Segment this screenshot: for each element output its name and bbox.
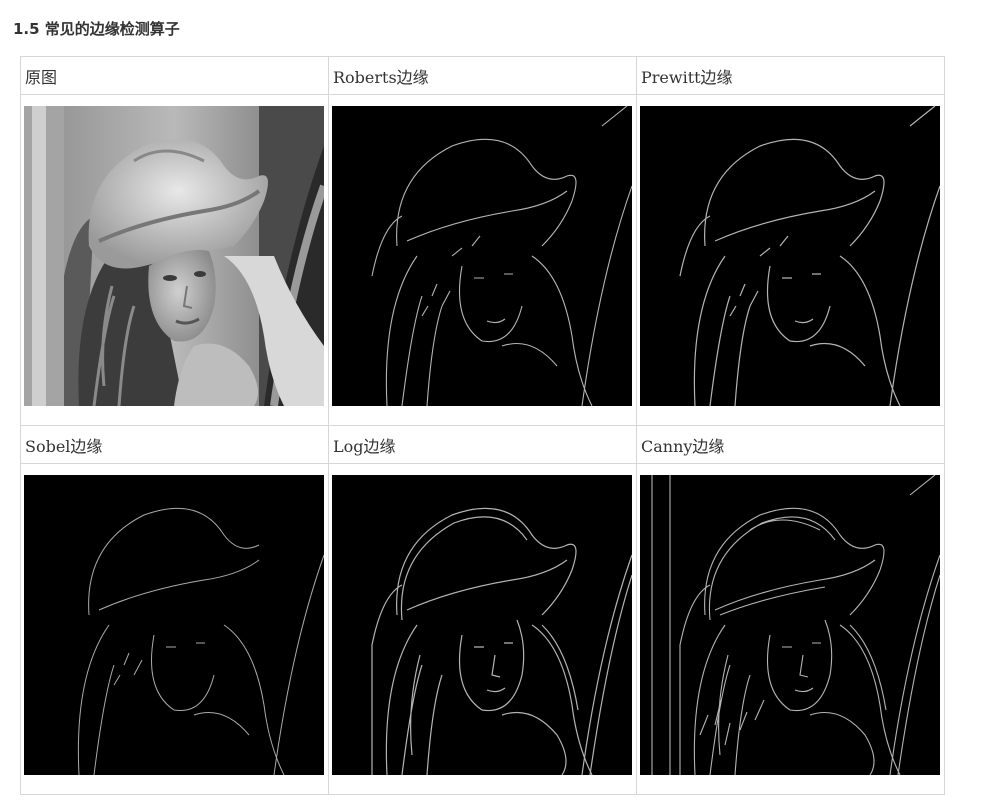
- section-title: 1.5 常见的边缘检测算子: [13, 20, 180, 38]
- cell-label-canny: Canny边缘: [636, 425, 945, 464]
- cell-image-roberts-container: [328, 94, 637, 426]
- cell-label-log: Log边缘: [328, 425, 637, 464]
- cell-label-sobel: Sobel边缘: [20, 425, 329, 464]
- log-edge-image: [332, 474, 632, 775]
- cell-image-prewitt-container: [636, 94, 945, 426]
- table-row: 原图 Roberts边缘 Prewitt边缘: [20, 56, 945, 95]
- cell-image-original-container: [20, 94, 329, 426]
- cell-image-sobel-container: [20, 463, 329, 795]
- canny-edge-image: [640, 474, 940, 775]
- cell-label-prewitt: Prewitt边缘: [636, 56, 945, 95]
- edge-detector-comparison-table: 原图 Roberts边缘 Prewitt边缘 Sobel边缘 Log边缘 Can…: [20, 56, 945, 795]
- sobel-edge-image: [24, 474, 324, 775]
- cell-image-log-container: [328, 463, 637, 795]
- cell-label-roberts: Roberts边缘: [328, 56, 637, 95]
- original-image: [24, 105, 324, 406]
- prewitt-edge-image: [640, 105, 940, 406]
- table-row: [20, 463, 945, 795]
- cell-image-canny-container: [636, 463, 945, 795]
- table-row: Sobel边缘 Log边缘 Canny边缘: [20, 425, 945, 464]
- roberts-edge-image: [332, 105, 632, 406]
- cell-label-original: 原图: [20, 56, 329, 95]
- table-row: [20, 94, 945, 426]
